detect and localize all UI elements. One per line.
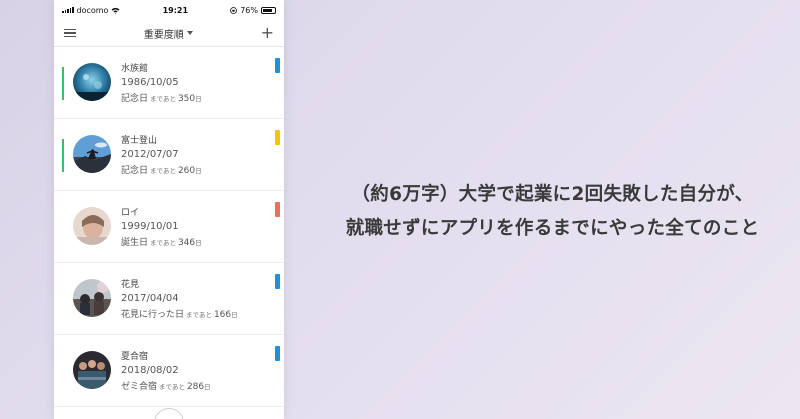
category-tag [275, 58, 280, 73]
event-photo [73, 351, 111, 389]
event-info: 富士登山 2012/07/07 記念日 まであと 260日 [121, 133, 202, 176]
event-list: 水族館 1986/10/05 記念日 まであと 350日 富士登山 2012/07/07 記念… [54, 47, 284, 407]
hamburger-menu-icon[interactable] [64, 28, 76, 38]
countdown-days: 286 [186, 382, 205, 392]
category-tag [275, 346, 280, 361]
countdown-unit: 日 [231, 311, 238, 319]
event-type: ゼミ合宿 [121, 382, 158, 392]
event-type: 誕生日 [121, 238, 149, 248]
event-title: ロイ [121, 208, 140, 218]
category-tag [275, 202, 280, 217]
countdown-unit: 日 [204, 383, 211, 391]
orientation-lock-icon [230, 6, 238, 14]
event-date: 1986/10/05 [121, 77, 179, 88]
event-info: ロイ 1999/10/01 誕生日 まであと 346日 [121, 205, 202, 248]
countdown-suffix: まであと [159, 383, 185, 391]
event-countdown: 誕生日 まであと 346日 [121, 235, 202, 248]
event-list-item[interactable]: 水族館 1986/10/05 記念日 まであと 350日 [54, 47, 284, 119]
event-date: 2018/08/02 [121, 365, 179, 376]
event-date: 1999/10/01 [121, 221, 179, 232]
event-list-item[interactable]: 花見 2017/04/04 花見に行った日 まであと 166日 [54, 263, 284, 335]
event-photo [73, 207, 111, 245]
event-type: 花見に行った日 [121, 310, 185, 320]
carrier-label: docomo [76, 5, 109, 15]
event-type: 記念日 [121, 166, 149, 176]
nav-bar: 重要度順 + [54, 20, 284, 47]
countdown-unit: 日 [195, 239, 202, 247]
event-title: 水族館 [121, 64, 149, 74]
add-icon[interactable]: + [261, 25, 274, 41]
event-list-item[interactable]: ロイ 1999/10/01 誕生日 まであと 346日 [54, 191, 284, 263]
countdown-suffix: まであと [150, 95, 176, 103]
event-date: 2017/04/04 [121, 293, 179, 304]
event-date: 2012/07/07 [121, 149, 179, 160]
event-title: 夏合宿 [121, 352, 149, 362]
headline-line-2: 就職せずにアプリを作るまでにやった全てのこと [345, 218, 760, 239]
wifi-icon [111, 7, 120, 14]
countdown-days: 350 [177, 94, 196, 104]
countdown-suffix: まであと [186, 311, 212, 319]
countdown-unit: 日 [195, 167, 202, 175]
event-photo [73, 63, 111, 101]
sort-dropdown[interactable]: 重要度順 [144, 26, 193, 41]
event-title: 富士登山 [121, 136, 158, 146]
headline-line-1: （約6万字）大学で起業に2回失敗した自分が、 [351, 184, 754, 205]
event-countdown: 花見に行った日 まであと 166日 [121, 307, 238, 320]
sort-label: 重要度順 [143, 29, 184, 41]
event-countdown: ゼミ合宿 まであと 286日 [121, 379, 211, 392]
event-info: 花見 2017/04/04 花見に行った日 まであと 166日 [121, 277, 238, 320]
phone-screen: docomo 19:21 76% 重要度順 + 水族館 1986/10/05 記念日… [54, 0, 284, 419]
countdown-days: 260 [177, 166, 196, 176]
event-countdown: 記念日 まであと 350日 [121, 91, 202, 104]
event-list-item[interactable]: 夏合宿 2018/08/02 ゼミ合宿 まであと 286日 [54, 335, 284, 407]
battery-icon [260, 6, 276, 14]
category-tag [275, 274, 280, 289]
status-time: 19:21 [162, 5, 189, 15]
event-photo [73, 135, 111, 173]
caret-down-icon [186, 31, 193, 35]
countdown-days: 166 [213, 310, 232, 320]
battery-percent: 76% [240, 5, 258, 15]
countdown-suffix: まであと [150, 239, 176, 247]
event-type: 記念日 [121, 94, 149, 104]
countdown-unit: 日 [195, 95, 202, 103]
event-info: 水族館 1986/10/05 記念日 まであと 350日 [121, 61, 202, 104]
event-title: 花見 [121, 280, 140, 290]
home-button[interactable] [154, 408, 184, 419]
highlight-bar [62, 67, 64, 100]
status-right: 76% [230, 6, 276, 15]
status-left: docomo [62, 6, 120, 15]
event-list-item[interactable]: 富士登山 2012/07/07 記念日 まであと 260日 [54, 119, 284, 191]
category-tag [275, 130, 280, 145]
status-bar: docomo 19:21 76% [54, 0, 284, 20]
event-info: 夏合宿 2018/08/02 ゼミ合宿 まであと 286日 [121, 349, 211, 392]
countdown-days: 346 [177, 238, 196, 248]
countdown-suffix: まであと [150, 167, 176, 175]
event-countdown: 記念日 まであと 260日 [121, 163, 202, 176]
article-headline: （約6万字）大学で起業に2回失敗した自分が、 就職せずにアプリを作るまでにやった… [305, 178, 800, 246]
event-photo [73, 279, 111, 317]
signal-icon [62, 7, 74, 13]
highlight-bar [62, 139, 64, 172]
